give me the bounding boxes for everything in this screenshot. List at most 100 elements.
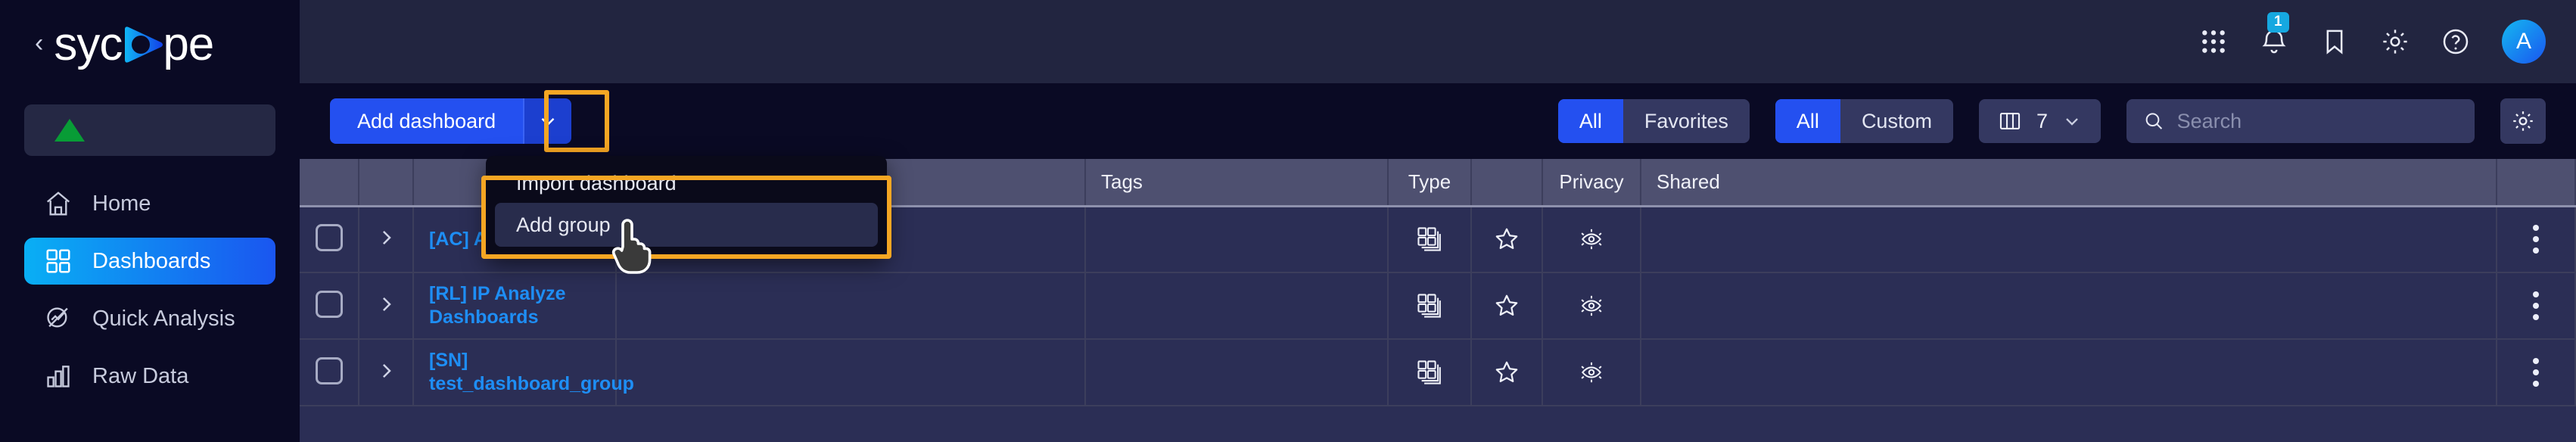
filter-kind-custom[interactable]: Custom (1840, 99, 1953, 143)
dashboard-group-icon (1389, 226, 1470, 253)
row-favorite-cell[interactable] (1471, 206, 1543, 273)
row-tags-cell (1085, 272, 1389, 340)
raw-data-bars-icon (47, 366, 70, 388)
row-description-cell (616, 339, 1086, 406)
eye-visible-icon[interactable] (1543, 291, 1640, 320)
bookmarks-button[interactable] (2317, 24, 2352, 59)
th-select-all[interactable] (300, 159, 359, 207)
sidebar-item-raw-data[interactable]: Raw Data (24, 353, 275, 400)
help-icon (2443, 29, 2469, 54)
row-checkbox[interactable] (315, 290, 343, 318)
sidebar-item-home[interactable]: Home (24, 180, 275, 227)
columns-selector[interactable]: 7 (1978, 99, 2101, 143)
apps-grid-button[interactable] (2196, 24, 2231, 59)
star-outline-icon[interactable] (1472, 359, 1542, 386)
columns-icon (1999, 113, 2021, 129)
notifications-button[interactable]: 1 (2257, 12, 2291, 59)
row-checkbox[interactable] (315, 223, 343, 251)
row-tags-cell (1085, 339, 1389, 406)
star-outline-icon[interactable] (1472, 292, 1542, 319)
th-shared[interactable]: Shared (1641, 159, 2497, 207)
th-favorite[interactable] (1471, 159, 1543, 207)
dashboard-group-icon (1389, 292, 1470, 319)
brand-logo[interactable]: ‹ syc pe (0, 0, 300, 89)
row-actions-cell[interactable] (2497, 206, 2576, 273)
table-row[interactable]: [RL] IP Analyze Dashboards (300, 272, 2576, 340)
th-actions (2497, 159, 2576, 207)
row-menu-icon[interactable] (2497, 291, 2574, 320)
th-privacy[interactable]: Privacy (1542, 159, 1641, 207)
row-actions-cell[interactable] (2497, 272, 2576, 340)
row-expander-cell[interactable] (359, 206, 414, 273)
sidebar-item-label: Dashboards (92, 248, 211, 273)
chevron-down-icon (541, 117, 555, 126)
chevron-right-icon[interactable] (375, 360, 397, 382)
add-dashboard-split-button: Add dashboard (330, 90, 609, 152)
row-menu-icon[interactable] (2497, 358, 2574, 387)
apps-grid-icon (2202, 30, 2225, 53)
header-settings-button[interactable] (2378, 24, 2413, 59)
gear-icon (2383, 30, 2407, 54)
row-favorite-cell[interactable] (1471, 272, 1543, 340)
row-checkbox[interactable] (315, 356, 343, 384)
search-box[interactable] (2126, 99, 2475, 143)
row-tags-cell (1085, 206, 1389, 273)
status-indicator-box[interactable] (24, 104, 275, 156)
sidebar-item-label: Quick Analysis (92, 306, 235, 331)
row-privacy-cell[interactable] (1542, 339, 1641, 406)
row-type-cell (1388, 206, 1472, 273)
row-name-cell[interactable]: [SN] test_dashboard_group (413, 339, 634, 406)
menu-item-import-dashboard[interactable]: Import dashboard (495, 165, 878, 201)
row-menu-icon[interactable] (2497, 225, 2574, 254)
table-row[interactable]: [SN] test_dashboard_group (300, 339, 2576, 406)
search-icon (2145, 113, 2163, 129)
sidebar-item-quick-analysis[interactable]: Quick Analysis (24, 295, 275, 342)
dashboard-group-link[interactable]: [SN] test_dashboard_group (429, 349, 634, 396)
row-favorite-cell[interactable] (1471, 339, 1543, 406)
dashboards-grid-icon (46, 249, 70, 273)
collapse-sidebar-icon[interactable]: ‹ (35, 30, 43, 56)
row-type-cell (1388, 339, 1472, 406)
table-settings-button[interactable] (2500, 98, 2546, 144)
star-outline-icon[interactable] (1472, 226, 1542, 253)
row-checkbox-cell[interactable] (300, 339, 359, 406)
row-checkbox-cell[interactable] (300, 206, 359, 273)
eye-visible-icon[interactable] (1543, 225, 1640, 254)
dashboard-group-link[interactable]: [RL] IP Analyze Dashboards (429, 282, 600, 329)
row-privacy-cell[interactable] (1542, 272, 1641, 340)
logo-wordmark: syc pe (54, 18, 214, 70)
avatar[interactable]: A (2502, 20, 2546, 64)
filter-scope-all[interactable]: All (1557, 99, 1623, 143)
row-expander-cell[interactable] (359, 272, 414, 340)
row-expander-cell[interactable] (359, 339, 414, 406)
add-dashboard-dropdown-menu: Import dashboard Add group (486, 156, 887, 257)
columns-count: 7 (2036, 109, 2048, 132)
sidebar-item-label: Home (92, 191, 151, 216)
search-input[interactable] (2176, 109, 2458, 133)
sidebar-nav: Home Dashboards Quick Analysis Raw Data (0, 180, 300, 400)
toolbar-right-controls: All Favorites All Custom 7 (1557, 98, 2546, 144)
row-shared-cell (1641, 272, 2497, 340)
row-checkbox-cell[interactable] (300, 272, 359, 340)
row-privacy-cell[interactable] (1542, 206, 1641, 273)
chevron-right-icon[interactable] (375, 226, 397, 249)
eye-visible-icon[interactable] (1543, 358, 1640, 387)
add-dashboard-button[interactable]: Add dashboard (330, 98, 524, 144)
row-actions-cell[interactable] (2497, 339, 2576, 406)
main-area: 1 A Add dashboard All Favorites All Cust… (300, 0, 2576, 442)
logo-text-sy: syc (54, 18, 123, 70)
help-button[interactable] (2438, 24, 2473, 59)
th-tags[interactable]: Tags (1085, 159, 1389, 207)
add-dashboard-caret-button[interactable] (523, 98, 572, 144)
row-shared-cell (1641, 339, 2497, 406)
th-type[interactable]: Type (1388, 159, 1472, 207)
quick-analysis-icon (47, 307, 68, 328)
chevron-right-icon[interactable] (375, 293, 397, 316)
menu-item-add-group[interactable]: Add group (495, 203, 878, 247)
sidebar-item-dashboards[interactable]: Dashboards (24, 238, 275, 285)
filter-scope-favorites[interactable]: Favorites (1623, 99, 1750, 143)
filter-kind-all[interactable]: All (1775, 99, 1840, 143)
logo-text-pe: pe (163, 18, 214, 70)
row-name-cell[interactable]: [RL] IP Analyze Dashboards (413, 272, 617, 340)
th-expander (359, 159, 414, 207)
